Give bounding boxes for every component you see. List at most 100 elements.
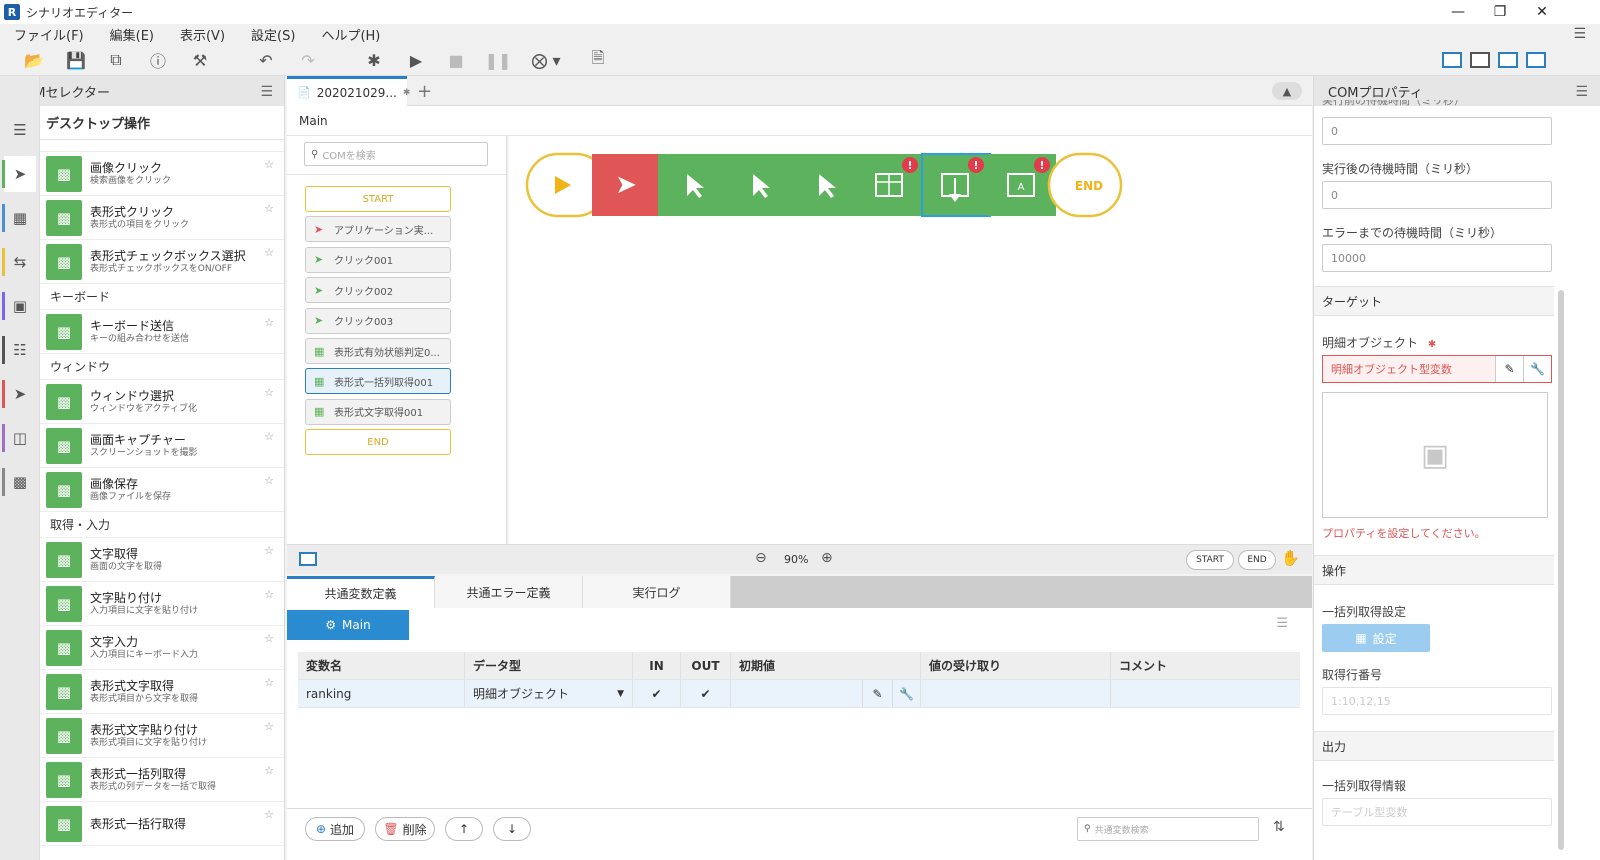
favorite-star-icon[interactable]: ☆ <box>264 158 274 171</box>
com-list-item[interactable]: ▩ 画像保存 画像ファイルを保存 ☆ <box>40 468 284 512</box>
favorite-star-icon[interactable]: ☆ <box>264 202 274 215</box>
cancel-dropdown-icon[interactable]: ⨂ ▾ <box>528 48 564 72</box>
transfer-icon[interactable]: ⇆ <box>2 244 36 280</box>
error-wait-input[interactable]: 10000 <box>1322 244 1552 272</box>
edit-icon[interactable]: ✎ <box>862 680 892 707</box>
info-icon[interactable]: ⓘ <box>146 48 170 72</box>
favorite-star-icon[interactable]: ☆ <box>264 474 274 487</box>
favorite-star-icon[interactable]: ☆ <box>264 676 274 689</box>
properties-menu-icon[interactable]: ☰ <box>1575 84 1588 100</box>
tab-execution-log[interactable]: 実行ログ <box>583 576 731 608</box>
restore-button[interactable]: ❐ <box>1478 0 1522 24</box>
save-icon[interactable]: 💾 <box>64 48 88 72</box>
favorite-star-icon[interactable]: ☆ <box>264 246 274 259</box>
hand-tool-icon[interactable]: ✋ <box>1281 549 1300 567</box>
favorite-star-icon[interactable]: ☆ <box>264 588 274 601</box>
initial-value-cell[interactable]: ✎ 🔧 <box>731 680 921 707</box>
undo-icon[interactable]: ↶ <box>254 48 278 72</box>
play-icon[interactable]: ▶ <box>404 48 428 72</box>
after-wait-input[interactable]: 0 <box>1322 181 1552 209</box>
wrench-icon[interactable]: 🔧 <box>1523 356 1551 382</box>
flow-item-click[interactable]: ➤ クリック002 <box>305 277 451 304</box>
main-scope-chip[interactable]: ⚙ Main <box>287 610 409 640</box>
goto-start-button[interactable]: START <box>1186 550 1234 570</box>
flow-canvas[interactable]: ➤ ! ! A ! END <box>509 136 1312 544</box>
build-icon[interactable]: ⚒ <box>188 48 212 72</box>
com-list-item[interactable]: ▩ 表形式一括行取得 ☆ <box>40 802 284 846</box>
com-list-item[interactable]: ▩ 文字取得 画面の文字を取得 ☆ <box>40 538 284 582</box>
briefcase-icon[interactable]: ▣ <box>2 288 36 324</box>
sort-icon[interactable]: ⇅ <box>1273 819 1285 835</box>
column-header[interactable]: 変数名 <box>298 652 465 679</box>
hamburger-menu-icon[interactable]: ☰ <box>1573 26 1586 42</box>
zoom-in-icon[interactable]: ⊕ <box>821 550 833 566</box>
tab-scenario[interactable]: 📄 202021029... ✱ <box>287 76 410 106</box>
save-all-icon[interactable]: ⧉ <box>104 48 128 72</box>
com-list-item[interactable]: ▩ 表形式一括列取得 表形式の列データを一括で取得 ☆ <box>40 758 284 802</box>
stop-icon[interactable]: ■ <box>444 48 468 72</box>
move-down-button[interactable]: ↓ <box>493 817 531 841</box>
bulk-info-input[interactable]: テーブル型変数 <box>1322 798 1552 826</box>
flow-item-click[interactable]: ➤ クリック001 <box>305 246 451 273</box>
column-header[interactable]: OUT <box>681 652 731 679</box>
column-header[interactable]: コメント <box>1111 652 1300 679</box>
add-button[interactable]: ⊕ 追加 <box>305 817 365 841</box>
com-list-item[interactable]: ▩ 文字貼り付け 入力項目に文字を貼り付け ☆ <box>40 582 284 626</box>
flow-item-end[interactable]: END <box>305 429 451 456</box>
open-folder-icon[interactable]: 📂 <box>22 48 46 72</box>
redo-icon[interactable]: ↷ <box>296 48 320 72</box>
edit-icon[interactable]: ✎ <box>1495 356 1523 382</box>
hierarchy-icon[interactable]: ☷ <box>2 332 36 368</box>
layout-left-icon[interactable] <box>1442 52 1462 68</box>
tag-icon[interactable]: ▲ <box>1272 82 1302 100</box>
com-list-item[interactable]: ▩ キーボード送信 キーの組み合わせを送信 ☆ <box>40 310 284 354</box>
column-header[interactable]: データ型 <box>465 652 633 679</box>
panel-menu-icon[interactable]: ☰ <box>1276 616 1288 631</box>
zoom-out-icon[interactable]: ⊖ <box>755 550 767 566</box>
column-header[interactable]: 初期値 <box>731 652 921 679</box>
panel-toggle-icon[interactable] <box>299 552 317 566</box>
layout-right-icon[interactable] <box>1526 52 1546 68</box>
wrench-icon[interactable]: 🔧 <box>892 680 920 707</box>
cursor-icon[interactable]: ➤ <box>2 156 36 192</box>
com-list-item[interactable]: ▩ 画像クリック 検索画像をクリック ☆ <box>40 152 284 196</box>
table-row[interactable]: ranking 明細オブジェクト ▼ ✔ ✔ ✎ 🔧 <box>298 680 1300 708</box>
move-up-button[interactable]: ↑ <box>445 817 483 841</box>
flow-item-app[interactable]: ➤ アプリケーション実... <box>305 216 451 243</box>
favorite-star-icon[interactable]: ☆ <box>264 632 274 645</box>
rocket-icon[interactable]: ➤ <box>2 376 36 412</box>
layout-bottom-icon[interactable] <box>1498 52 1518 68</box>
flow-item-start[interactable]: START <box>305 186 451 212</box>
minimize-button[interactable]: — <box>1436 0 1480 24</box>
selector-menu-icon[interactable]: ☰ <box>260 84 273 100</box>
menu-settings[interactable]: 設定(S) <box>237 25 307 44</box>
flow-item-table[interactable]: ▦ 表形式有効状態判定0... <box>305 338 451 364</box>
com-list-item[interactable]: ▩ 画面キャプチャー スクリーンショットを撮影 ☆ <box>40 424 284 468</box>
close-button[interactable]: ✕ <box>1520 0 1564 24</box>
out-check-icon[interactable]: ✔ <box>681 680 731 707</box>
menu-edit[interactable]: 編集(E) <box>96 25 166 44</box>
column-header[interactable]: 値の受け取り <box>921 652 1111 679</box>
com-list-item[interactable]: ▩ 表形式文字貼り付け 表形式項目に文字を貼り付け ☆ <box>40 714 284 758</box>
tab-common-variables[interactable]: 共通変数定義 <box>287 576 435 608</box>
flow-item-table[interactable]: ▦ 表形式文字取得001 <box>305 398 451 425</box>
com-list-item[interactable]: ▩ 表形式クリック 表形式の項目をクリック ☆ <box>40 196 284 240</box>
layout-bottom-left-icon[interactable] <box>1470 52 1490 68</box>
detail-object-input[interactable]: 明細オブジェクト型変数 ✎ 🔧 <box>1322 355 1552 383</box>
tab-common-errors[interactable]: 共通エラー定義 <box>435 576 583 608</box>
settings-button[interactable]: ▦ 設定 <box>1322 624 1430 652</box>
inbox-icon[interactable]: ▩ <box>2 464 36 500</box>
favorite-star-icon[interactable]: ☆ <box>264 720 274 733</box>
var-name-cell[interactable]: ranking <box>298 680 465 707</box>
document-search-icon[interactable]: 🗎 <box>586 48 610 72</box>
flow-item-click[interactable]: ➤ クリック003 <box>305 307 451 334</box>
column-header[interactable]: IN <box>633 652 681 679</box>
var-type-select[interactable]: 明細オブジェクト ▼ <box>465 680 633 707</box>
favorite-star-icon[interactable]: ☆ <box>264 544 274 557</box>
favorite-star-icon[interactable]: ☆ <box>264 316 274 329</box>
row-number-input[interactable]: 1:10,12,15 <box>1322 687 1552 715</box>
menu-file[interactable]: ファイル(F) <box>0 25 96 44</box>
goto-end-button[interactable]: END <box>1238 550 1276 570</box>
favorite-star-icon[interactable]: ☆ <box>264 430 274 443</box>
menu-help[interactable]: ヘルプ(H) <box>307 25 392 44</box>
